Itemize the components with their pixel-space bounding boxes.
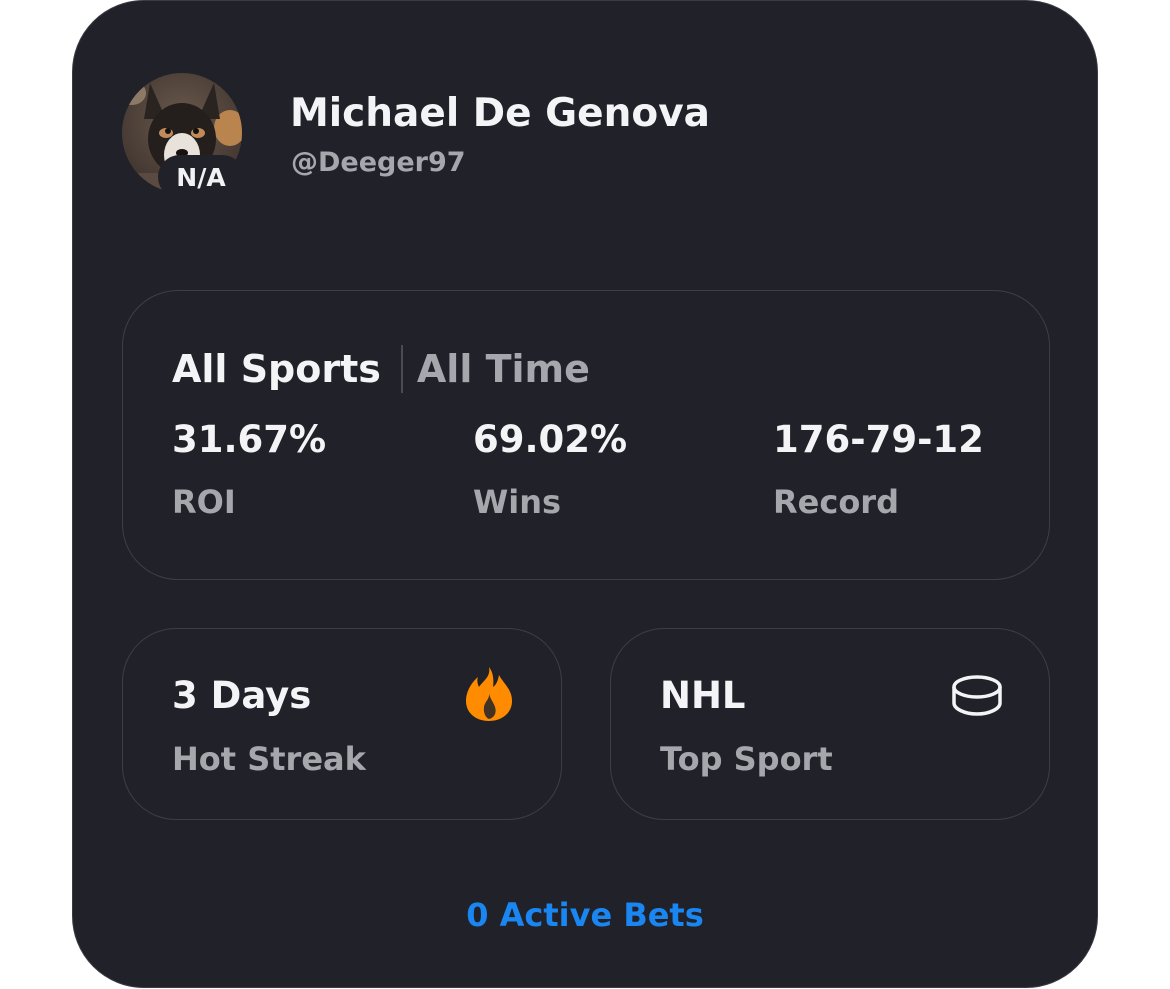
filter-divider bbox=[400, 345, 403, 393]
stat-label: Wins bbox=[473, 483, 562, 521]
stat-record: 176-79-12 Record bbox=[773, 421, 984, 518]
time-filter[interactable]: All Time bbox=[417, 350, 590, 388]
stat-label: Record bbox=[773, 483, 899, 521]
avatar-container[interactable]: N/A bbox=[122, 73, 244, 199]
top-sport-value: NHL bbox=[660, 674, 746, 717]
active-bets-link[interactable]: 0 Active Bets bbox=[73, 896, 1097, 934]
avatar-badge: N/A bbox=[158, 155, 244, 199]
hot-streak-panel[interactable]: 3 Days Hot Streak bbox=[122, 628, 562, 820]
user-handle: @Deeger97 bbox=[291, 147, 466, 178]
streak-value: 3 Days bbox=[172, 674, 312, 717]
fire-icon bbox=[466, 667, 512, 721]
profile-card: N/A Michael De Genova @Deeger97 All Spor… bbox=[72, 0, 1098, 988]
streak-label: Hot Streak bbox=[172, 740, 366, 778]
stats-panel: All Sports All Time 31.67% ROI 69.02% Wi… bbox=[122, 290, 1050, 580]
stat-roi: 31.67% ROI bbox=[172, 421, 326, 518]
top-sport-panel[interactable]: NHL Top Sport bbox=[610, 628, 1050, 820]
stat-value: 69.02% bbox=[473, 418, 628, 461]
sport-filter[interactable]: All Sports bbox=[172, 350, 381, 388]
stat-wins: 69.02% Wins bbox=[473, 421, 627, 518]
stat-value: 176-79-12 bbox=[773, 418, 984, 461]
hockey-puck-icon bbox=[952, 675, 1002, 716]
stat-label: ROI bbox=[172, 483, 236, 521]
stat-value: 31.67% bbox=[172, 418, 327, 461]
top-sport-label: Top Sport bbox=[660, 740, 833, 778]
filter-row: All Sports All Time bbox=[172, 345, 590, 393]
user-name: Michael De Genova bbox=[290, 91, 710, 136]
